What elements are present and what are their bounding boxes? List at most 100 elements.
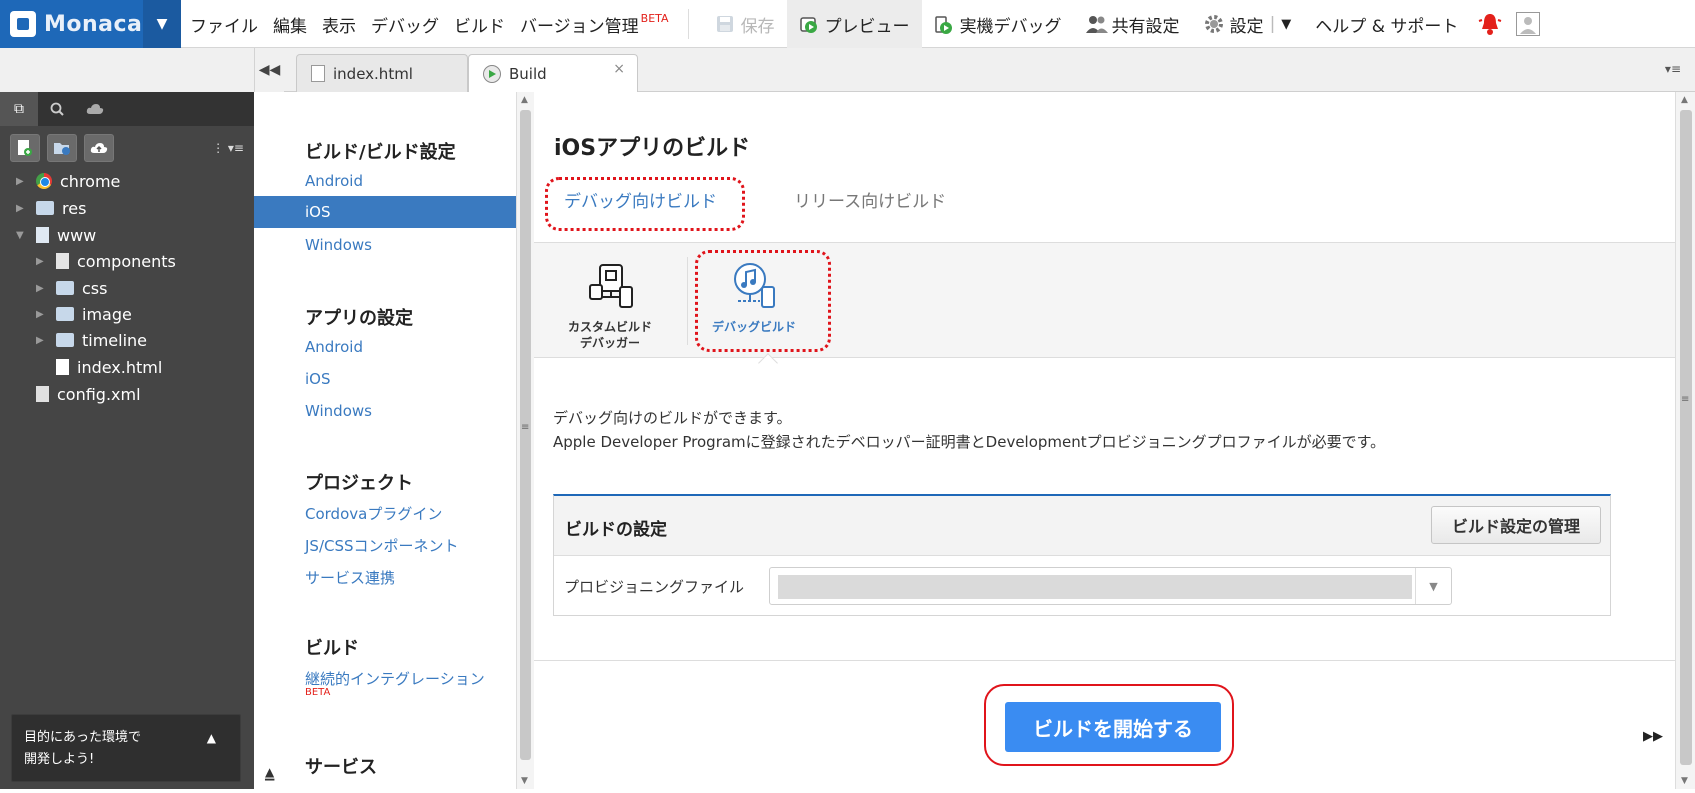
expand-arrow[interactable]: ▶ — [36, 256, 50, 267]
tree-item-css[interactable]: ▶ css — [36, 275, 107, 301]
files-tab-icon[interactable]: ⧉ — [0, 92, 38, 126]
main-scrollbar[interactable]: ▲ ≡ ▼ — [1675, 92, 1695, 789]
folder-icon — [56, 333, 74, 347]
start-build-button[interactable]: ビルドを開始する — [1005, 702, 1221, 752]
tree-item-config-xml[interactable]: config.xml — [16, 381, 141, 407]
file-panel-menu-icon[interactable]: ⋮ ▾≡ — [212, 141, 244, 155]
tree-item-res[interactable]: ▶ res — [16, 195, 86, 221]
notifications-button[interactable] — [1470, 0, 1510, 48]
scroll-up-arrow[interactable]: ▲ — [1681, 95, 1688, 105]
settings-label: 設定 — [1229, 16, 1264, 37]
folder-icon — [56, 281, 74, 295]
nav-service-integration[interactable]: サービス連携 — [305, 567, 395, 588]
menu-build[interactable]: ビルド — [454, 12, 505, 37]
custom-debugger-icon — [582, 257, 638, 313]
scroll-up-arrow[interactable]: ▲ — [521, 95, 528, 105]
nav-app-android[interactable]: Android — [305, 338, 363, 356]
scroll-down-arrow[interactable]: ▼ — [521, 776, 528, 786]
nav-app-ios[interactable]: iOS — [305, 370, 331, 388]
tree-item-www[interactable]: ▼ www — [16, 222, 96, 248]
tree-item-label: timeline — [82, 330, 148, 350]
save-icon — [715, 14, 735, 34]
nav-scrollbar[interactable]: ▲ ≡ ▼ — [516, 92, 534, 789]
build-settings-header: ビルドの設定 ビルド設定の管理 — [554, 496, 1610, 556]
tab-debug-build[interactable]: デバッグ向けビルド — [564, 187, 717, 212]
tree-item-components[interactable]: ▶ components — [36, 248, 176, 274]
preview-button[interactable]: プレビュー — [786, 0, 922, 48]
chevron-up-icon[interactable]: ▲ — [207, 727, 216, 749]
tab-index-html[interactable]: index.html — [296, 54, 468, 92]
nav-heading-service: サービス — [305, 757, 377, 778]
promo-banner[interactable]: 目的にあった環境で 開発しよう! ▲ — [11, 714, 241, 782]
nav-build-android[interactable]: Android — [305, 172, 363, 190]
expand-arrow[interactable]: ▶ — [16, 176, 30, 187]
build-option-custom-debugger[interactable]: カスタムビルド デバッガー — [550, 253, 670, 351]
build-page: iOSアプリのビルド デバッグ向けビルド リリース向けビルド カスタムビルド デ… — [534, 92, 1675, 789]
preview-icon — [799, 14, 819, 34]
build-tab-icon — [483, 65, 501, 83]
js-file-icon — [56, 253, 69, 269]
expand-arrow[interactable]: ▶ — [36, 309, 50, 320]
highlight-debug-build-option — [695, 250, 831, 352]
file-panel-tabs: ⧉ — [0, 92, 254, 126]
expand-arrow[interactable]: ▶ — [36, 283, 50, 294]
new-folder-icon[interactable] — [47, 134, 77, 162]
menu-version-control[interactable]: バージョン管理 BETA — [520, 12, 669, 37]
toolbar-divider — [687, 9, 689, 39]
file-panel-toolbar: ⋮ ▾≡ — [0, 126, 254, 170]
new-file-icon[interactable] — [10, 134, 40, 162]
bell-icon — [1478, 12, 1502, 36]
tree-item-image[interactable]: ▶ image — [36, 301, 132, 327]
tree-item-label: config.xml — [57, 384, 141, 404]
device-debug-button[interactable]: 実機デバッグ — [922, 0, 1074, 48]
share-settings-button[interactable]: 共有設定 — [1074, 0, 1192, 48]
nav-continuous-integration[interactable]: 継続的インテグレーション — [305, 668, 485, 689]
close-icon[interactable]: × — [613, 61, 625, 77]
menu-file[interactable]: ファイル — [190, 12, 258, 37]
html-file-icon — [56, 359, 69, 375]
manage-build-settings-button[interactable]: ビルド設定の管理 — [1430, 506, 1601, 544]
chrome-icon — [36, 173, 52, 189]
upload-icon[interactable] — [84, 134, 114, 162]
expand-arrow[interactable]: ▶ — [36, 335, 50, 346]
nav-app-windows[interactable]: Windows — [305, 402, 372, 420]
tab-build[interactable]: Build × — [468, 54, 638, 93]
logo-menu-caret[interactable]: ▼ — [143, 0, 181, 48]
tree-item-label: components — [77, 251, 176, 271]
tab-release-build[interactable]: リリース向けビルド — [794, 187, 946, 212]
device-debug-icon — [934, 14, 954, 34]
tree-item-chrome[interactable]: ▶ chrome — [16, 168, 120, 194]
cloud-tab-icon[interactable] — [76, 92, 114, 126]
collapse-sidebar-button[interactable]: ◀◀ — [254, 48, 284, 92]
fast-forward-icon[interactable]: ▶▶ — [1643, 729, 1663, 744]
tab-bar-left-area — [0, 48, 254, 92]
save-button[interactable]: 保存 — [703, 0, 787, 48]
nav-build-ios-selected[interactable]: iOS — [254, 196, 516, 228]
nav-cordova-plugins[interactable]: Cordovaプラグイン — [305, 503, 442, 524]
nav-scrollbar-thumb[interactable] — [520, 110, 531, 760]
search-tab-icon[interactable] — [38, 92, 76, 126]
settings-menu[interactable]: 設定 | ▼ — [1192, 0, 1304, 48]
main-scrollbar-thumb[interactable] — [1680, 110, 1692, 765]
nav-jscss-components[interactable]: JS/CSSコンポーネント — [305, 535, 459, 556]
tree-item-timeline[interactable]: ▶ timeline — [36, 327, 147, 353]
menu-edit[interactable]: 編集 — [273, 12, 307, 37]
monaca-logo[interactable]: Monaca — [0, 0, 143, 48]
help-support-button[interactable]: ヘルプ & サポート — [1303, 0, 1470, 48]
collapse-arrow[interactable]: ▼ — [16, 230, 30, 241]
tree-item-label: image — [82, 304, 132, 324]
tab-list-menu-icon[interactable]: ▾≡ — [1665, 62, 1681, 76]
tree-item-index-html[interactable]: index.html — [36, 354, 162, 380]
xml-file-icon — [36, 386, 49, 402]
provisioning-file-select[interactable]: ▼ — [769, 567, 1452, 605]
provisioning-selected-value — [778, 575, 1412, 599]
user-avatar[interactable] — [1510, 0, 1546, 48]
tab-build-label: Build — [509, 65, 547, 83]
expand-arrow[interactable]: ▶ — [16, 203, 30, 214]
menu-debug[interactable]: デバッグ — [371, 12, 439, 37]
nav-build-windows[interactable]: Windows — [305, 236, 372, 254]
menu-view[interactable]: 表示 — [322, 12, 356, 37]
dropdown-arrow-icon[interactable]: ▼ — [1415, 568, 1451, 604]
scroll-down-arrow[interactable]: ▼ — [1681, 776, 1688, 786]
top-menu-bar: Monaca ▼ ファイル 編集 表示 デバッグ ビルド バージョン管理 BETA… — [0, 0, 1695, 48]
